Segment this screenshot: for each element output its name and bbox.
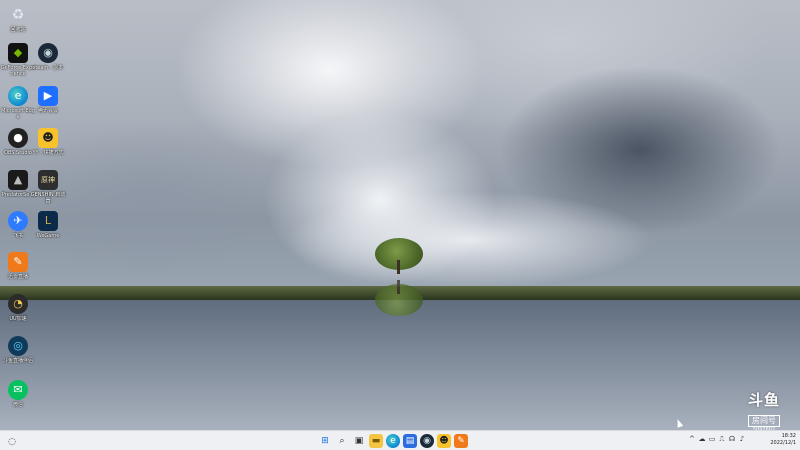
- tencent-meeting-icon: ▶: [38, 86, 58, 106]
- desktop-icon-speedtest[interactable]: ◔ UU加速: [0, 294, 36, 322]
- cloud-icon[interactable]: ☁: [698, 435, 706, 444]
- desktop-icon-league-of-legends[interactable]: L WeGame: [30, 211, 66, 239]
- file-explorer-icon[interactable]: ▬: [369, 434, 383, 448]
- icon-label: UU加速: [9, 316, 27, 322]
- lol-icon: L: [38, 211, 58, 231]
- widgets-icon[interactable]: ◌: [6, 435, 18, 447]
- volume-icon[interactable]: ♪: [738, 435, 746, 444]
- steam-icon: ◉: [38, 43, 58, 63]
- network-icon[interactable]: ⎍: [718, 435, 726, 444]
- icon-label: 回收站: [10, 27, 26, 33]
- obs-icon: ●: [8, 128, 28, 148]
- steam-icon[interactable]: ◉: [420, 434, 434, 448]
- icon-label: 迅雷直播: [7, 274, 28, 280]
- icon-label: 微信: [12, 402, 23, 408]
- predator-icon: ▲: [8, 170, 28, 190]
- edge-icon[interactable]: e: [386, 434, 400, 448]
- orange-app-icon: ✎: [8, 252, 28, 272]
- yy-icon[interactable]: ☻: [437, 434, 451, 448]
- desktop-icon-video-app[interactable]: ◎ 斗鱼直播伴侣: [0, 336, 36, 364]
- feishu-icon: ✈: [8, 211, 28, 231]
- desktop-icon-tencent-meeting[interactable]: ▶ 腾讯会议: [30, 86, 66, 114]
- icon-label: 斗鱼直播伴侣: [2, 358, 33, 364]
- watermark-room-label: 房间号: [748, 415, 780, 427]
- desktop: ♻ 回收站 ◆ GeForce Experience ◉ steam - 副本 …: [0, 0, 800, 450]
- taskbar-clock[interactable]: 18:32 2022/12/1: [760, 433, 796, 447]
- desktop-icon-recycle-bin[interactable]: ♻ 回收站: [0, 5, 36, 33]
- desktop-icon-wechat[interactable]: ✉ 微信: [0, 380, 36, 408]
- show-hidden-icons-icon[interactable]: ^: [688, 435, 696, 444]
- watermark-brand: 斗鱼: [747, 391, 780, 409]
- icon-label: YY - 快捷方式: [32, 150, 64, 156]
- task-view-icon[interactable]: ▣: [352, 434, 366, 448]
- desktop-icon-orange-app[interactable]: ✎ 迅雷直播: [0, 252, 36, 280]
- wallpaper-lake: [0, 300, 800, 430]
- icon-label: WeGame: [36, 233, 60, 239]
- store-icon[interactable]: ▤: [403, 434, 417, 448]
- desktop-icon-steam[interactable]: ◉ steam - 副本: [30, 43, 66, 71]
- icon-label: GENSHIN 启动器: [30, 192, 66, 204]
- start-icon[interactable]: ⊞: [318, 434, 332, 448]
- headset-icon[interactable]: ☊: [728, 435, 736, 444]
- desktop-icon-yy-voice[interactable]: ☻ YY - 快捷方式: [30, 128, 66, 156]
- video-app-icon: ◎: [8, 336, 28, 356]
- desktop-icon-genshin-launcher[interactable]: 原神 GENSHIN 启动器: [30, 170, 66, 204]
- nvidia-icon: ◆: [8, 43, 28, 63]
- clock-time: 18:32: [781, 433, 796, 439]
- icon-label: 腾讯会议: [37, 108, 58, 114]
- clock-date: 2022/12/1: [770, 440, 796, 446]
- display-icon[interactable]: ▭: [708, 435, 716, 444]
- recycle-bin-icon: ♻: [11, 7, 25, 23]
- wechat-icon: ✉: [8, 380, 28, 400]
- douyu-watermark: 斗鱼 房间号 5097602: [738, 392, 790, 434]
- yy-icon: ☻: [38, 128, 58, 148]
- system-tray: ^ ☁ ▭ ⎍ ☊ ♪: [688, 435, 746, 444]
- orange-app-icon[interactable]: ✎: [454, 434, 468, 448]
- genshin-icon: 原神: [38, 170, 58, 190]
- taskbar: ◌ ⊞ ⌕ ▣ ▬ e ▤ ◉ ☻ ✎ ^ ☁ ▭ ⎍ ☊ ♪ 18:32 20…: [0, 430, 800, 450]
- taskbar-apps: ⊞ ⌕ ▣ ▬ e ▤ ◉ ☻ ✎: [318, 434, 468, 448]
- search-icon[interactable]: ⌕: [335, 434, 349, 448]
- icon-label: steam - 副本: [32, 65, 64, 71]
- edge-icon: e: [8, 86, 28, 106]
- speedometer-icon: ◔: [8, 294, 28, 314]
